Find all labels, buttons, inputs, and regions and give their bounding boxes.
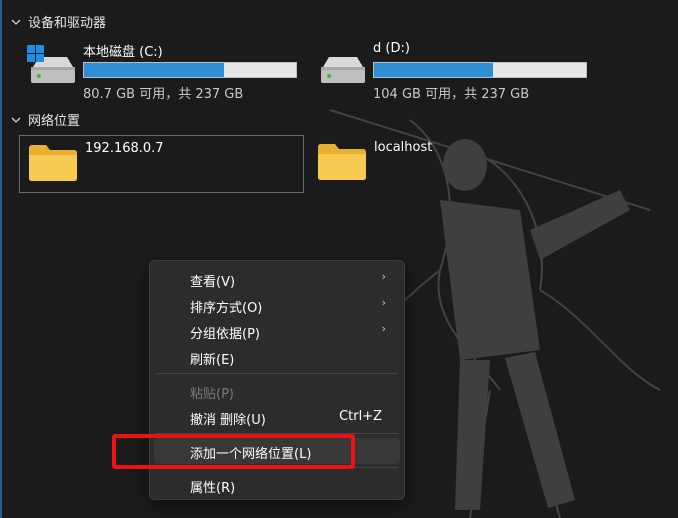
network-location-192-168-0-7[interactable]: 192.168.0.7	[19, 135, 304, 193]
network-header-label: 网络位置	[28, 114, 81, 129]
network-location-label: 192.168.0.7	[85, 141, 164, 156]
nav-pane-edge	[0, 0, 2, 518]
menu-item-paste: 粘贴(P)	[154, 378, 400, 404]
chevron-right-icon: ›	[381, 296, 386, 309]
menu-item-label: 撤消 删除(U)	[190, 413, 266, 428]
drive-d-usage-fill	[374, 63, 493, 77]
windows-logo-icon	[27, 45, 44, 62]
devices-and-drives-header[interactable]: 设备和驱动器	[10, 12, 106, 31]
chevron-down-icon[interactable]	[10, 114, 22, 126]
menu-item-label: 查看(V)	[190, 275, 236, 290]
drive-d-name: d (D:)	[373, 41, 410, 56]
menu-item-sort-by[interactable]: 排序方式(O) ›	[154, 292, 400, 318]
hard-drive-icon	[321, 57, 365, 83]
menu-item-view[interactable]: 查看(V) ›	[154, 266, 400, 292]
network-location-label: localhost	[374, 140, 433, 155]
drive-c-usage-bar	[83, 62, 297, 78]
chevron-right-icon: ›	[381, 270, 386, 283]
network-locations-header[interactable]: 网络位置	[10, 110, 80, 129]
menu-item-shortcut: Ctrl+Z	[339, 409, 382, 424]
drive-d-space: 104 GB 可用，共 237 GB	[373, 87, 530, 102]
menu-separator	[156, 373, 398, 374]
drive-d[interactable]: d (D:) 104 GB 可用，共 237 GB	[317, 41, 587, 102]
menu-item-label: 粘贴(P)	[190, 387, 234, 402]
file-explorer-this-pc-view: 设备和驱动器 本地磁盘 (C:) 80.7 GB 可用，共 237 GB d (…	[0, 0, 678, 518]
highlight-annotation-box	[112, 434, 355, 469]
drive-c[interactable]: 本地磁盘 (C:) 80.7 GB 可用，共 237 GB	[27, 41, 297, 102]
drive-c-space: 80.7 GB 可用，共 237 GB	[83, 87, 244, 102]
menu-item-label: 排序方式(O)	[190, 301, 263, 316]
drive-d-usage-bar	[373, 62, 587, 78]
menu-item-label: 属性(R)	[190, 481, 236, 496]
menu-item-refresh[interactable]: 刷新(E)	[154, 344, 400, 370]
folder-icon	[29, 145, 77, 181]
hard-drive-icon	[27, 45, 75, 83]
chevron-right-icon: ›	[381, 322, 386, 335]
menu-item-properties[interactable]: 属性(R)	[154, 472, 400, 498]
menu-item-group-by[interactable]: 分组依据(P) ›	[154, 318, 400, 344]
menu-item-undo-delete[interactable]: 撤消 删除(U) Ctrl+Z	[154, 404, 400, 430]
drive-c-usage-fill	[84, 63, 224, 77]
drive-c-name: 本地磁盘 (C:)	[83, 45, 163, 60]
folder-icon	[318, 144, 366, 180]
menu-item-label: 分组依据(P)	[190, 327, 260, 342]
devices-header-label: 设备和驱动器	[28, 16, 107, 31]
chevron-down-icon[interactable]	[10, 16, 22, 28]
network-location-localhost[interactable]: localhost	[309, 135, 509, 193]
menu-item-label: 刷新(E)	[190, 353, 235, 368]
